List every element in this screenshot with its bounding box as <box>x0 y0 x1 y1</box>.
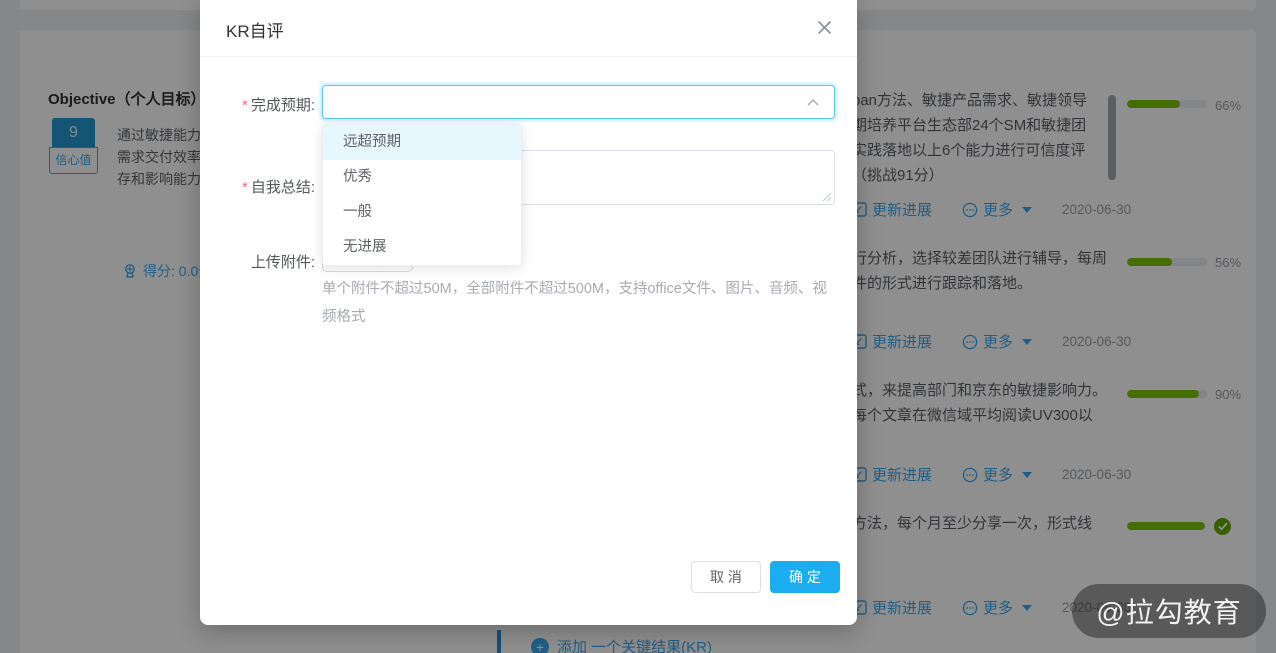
okr-page: Objective（个人目标）： 9 信心值 通过敏捷能力建 需求交付效率， 存… <box>0 0 1276 653</box>
dialog-footer: 取 消 确 定 <box>200 561 857 613</box>
resize-handle-icon[interactable] <box>822 192 832 202</box>
close-button[interactable] <box>813 16 835 38</box>
dropdown-option-excellent[interactable]: 优秀 <box>323 160 521 195</box>
dropdown-option-average[interactable]: 一般 <box>323 195 521 230</box>
cancel-button[interactable]: 取 消 <box>691 561 761 593</box>
dropdown-option-far-exceed[interactable]: 远超预期 <box>323 125 521 160</box>
required-mark: * <box>242 97 248 114</box>
upload-label: 上传附件: <box>195 251 315 272</box>
required-mark: * <box>242 179 248 196</box>
summary-label: *自我总结: <box>195 176 315 197</box>
close-icon <box>817 20 832 35</box>
kr-self-review-dialog: KR自评 *完成预期: *自我总结: 上传附件: 上传 单个附件不超过50M，全… <box>200 0 857 625</box>
expectation-select[interactable] <box>322 85 835 119</box>
dropdown-option-no-progress[interactable]: 无进展 <box>323 230 521 265</box>
confirm-button[interactable]: 确 定 <box>770 561 840 593</box>
upload-hint-text: 单个附件不超过50M，全部附件不超过500M，支持office文件、图片、音频、… <box>322 276 830 331</box>
expectation-dropdown: 远超预期 优秀 一般 无进展 <box>322 124 522 266</box>
chevron-up-icon <box>806 96 820 108</box>
dialog-header: KR自评 <box>200 0 857 57</box>
dialog-title: KR自评 <box>226 17 284 42</box>
expectation-label: *完成预期: <box>195 94 315 115</box>
watermark-badge: @拉勾教育 <box>1072 584 1266 638</box>
